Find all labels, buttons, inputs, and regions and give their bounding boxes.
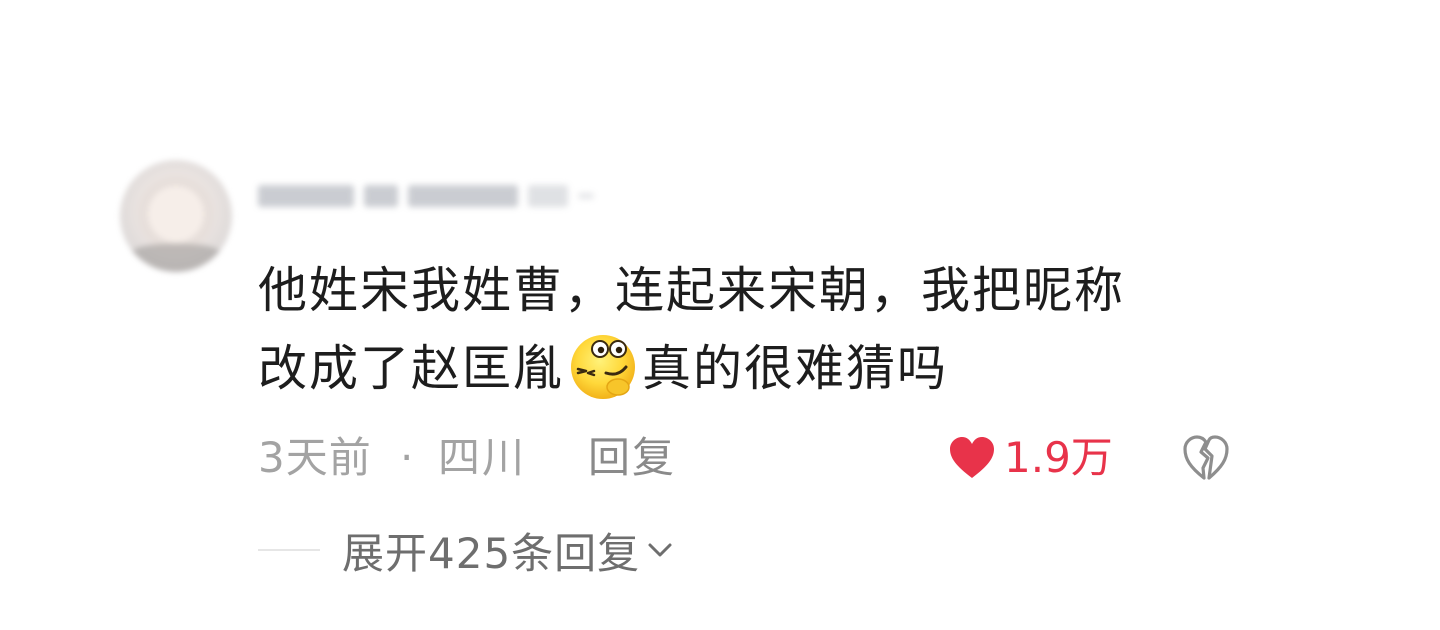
- expand-replies-label: 展开425条回复: [342, 528, 641, 578]
- meta-separator: ·: [400, 433, 414, 482]
- comment-text: 他姓宋我姓曹，连起来宋朝，我把昵称 改成了赵匡胤 真的很难猜吗: [258, 252, 1298, 407]
- heart-filled-icon: [950, 437, 994, 478]
- user-avatar[interactable]: [120, 160, 232, 272]
- comment-time: 3天前: [258, 433, 372, 482]
- chevron-down-icon: [648, 543, 672, 557]
- like-button[interactable]: 1.9万: [948, 428, 1113, 488]
- expand-replies-button[interactable]: 展开425条回复: [258, 520, 674, 580]
- like-count: 1.9万: [1004, 433, 1113, 482]
- comment-line-2-after: 真的很难猜吗: [642, 340, 949, 397]
- comment-location: 四川: [438, 433, 527, 482]
- comment-line-1: 他姓宋我姓曹，连起来宋朝，我把昵称: [258, 262, 1126, 319]
- expand-divider: [258, 549, 320, 551]
- comment-line-2-before: 改成了赵匡胤: [258, 340, 565, 397]
- broken-heart-icon[interactable]: [1182, 435, 1230, 481]
- sly-smirk-emoji-icon: [571, 335, 636, 399]
- reply-button[interactable]: 回复: [588, 428, 676, 488]
- username-blurred[interactable]: [258, 178, 678, 214]
